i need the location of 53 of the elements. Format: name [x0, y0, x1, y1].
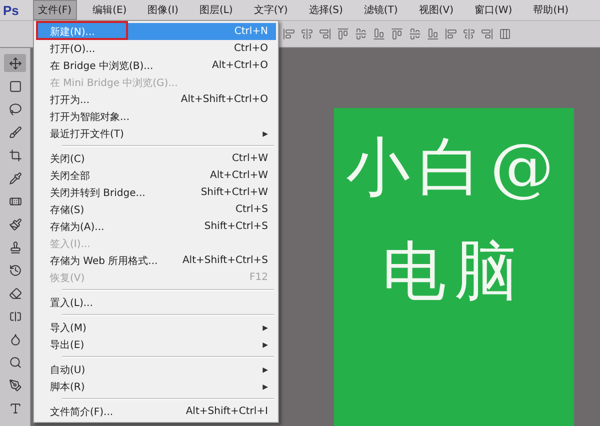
align-icon[interactable] [355, 28, 367, 40]
align-icon[interactable] [499, 28, 511, 40]
align-icon[interactable] [391, 28, 403, 40]
align-icon[interactable] [481, 28, 493, 40]
lasso-icon [8, 102, 22, 116]
menu-title[interactable]: 帮助(H) [528, 0, 574, 20]
menu-title[interactable]: 窗口(W) [469, 0, 518, 20]
menu-item[interactable]: 关闭并转到 Bridge... Shift+Ctrl+W [36, 184, 276, 201]
menu-title[interactable]: 视图(V) [414, 0, 458, 20]
menu-title[interactable]: 编辑(E) [88, 0, 132, 20]
menu-item[interactable]: 置入(L)... [36, 294, 276, 311]
menu-item[interactable]: 在 Bridge 中浏览(B)... Alt+Ctrl+O [36, 57, 276, 74]
menu-item[interactable]: 存储为 Web 所用格式... Alt+Shift+Ctrl+S [36, 252, 276, 269]
menu-item[interactable]: 打开为智能对象... [36, 108, 276, 125]
align-icon[interactable] [463, 28, 475, 40]
menu-item[interactable]: 存储为(A)... Shift+Ctrl+S [36, 218, 276, 235]
brush-icon [8, 126, 22, 138]
magnifier-icon [8, 356, 22, 368]
stamp-icon [8, 240, 22, 254]
menu-item[interactable]: 打开为... Alt+Shift+Ctrl+O [36, 91, 276, 108]
align-icon[interactable] [319, 28, 331, 40]
menu-title[interactable]: 选择(S) [304, 0, 348, 20]
menu-title[interactable]: 文字(Y) [248, 0, 293, 20]
tool-button[interactable] [4, 54, 26, 72]
align-icon[interactable] [337, 28, 349, 40]
move-icon [8, 56, 22, 70]
crop-icon [8, 148, 22, 162]
paintbrush-icon [8, 218, 22, 230]
handwritten-text: 小白@ [346, 136, 562, 200]
menu-title[interactable]: 图层(L) [194, 0, 238, 20]
marquee-icon [8, 80, 22, 92]
menu-title[interactable]: 图像(I) [142, 0, 184, 20]
menu-item[interactable]: 关闭全部 Alt+Ctrl+W [36, 167, 276, 184]
eyedropper-icon [8, 172, 22, 184]
droplet-icon [8, 332, 22, 346]
menu-title[interactable]: 滤镜(T) [358, 0, 403, 20]
menu-item[interactable]: 存储(S) Ctrl+S [36, 201, 276, 218]
align-icon[interactable] [445, 28, 457, 40]
eraser-icon [8, 286, 22, 300]
menu-item[interactable]: 关闭(C) Ctrl+W [36, 150, 276, 167]
menu-item[interactable]: 文件简介(F)... Alt+Shift+Ctrl+I [36, 403, 276, 420]
handwritten-text: 电脑 [382, 240, 526, 304]
type-icon [8, 402, 22, 414]
menu-item[interactable]: 打开(O)... Ctrl+O [36, 40, 276, 57]
align-icon[interactable] [427, 28, 439, 40]
menu-title[interactable]: 文件(F) [33, 0, 77, 20]
align-icon[interactable] [283, 28, 295, 40]
pen-icon [8, 378, 22, 392]
history-brush-icon [8, 264, 22, 276]
app-logo: Ps [3, 2, 20, 18]
align-icon[interactable] [373, 28, 385, 40]
align-icon[interactable] [409, 28, 421, 40]
align-icon[interactable] [301, 28, 313, 40]
